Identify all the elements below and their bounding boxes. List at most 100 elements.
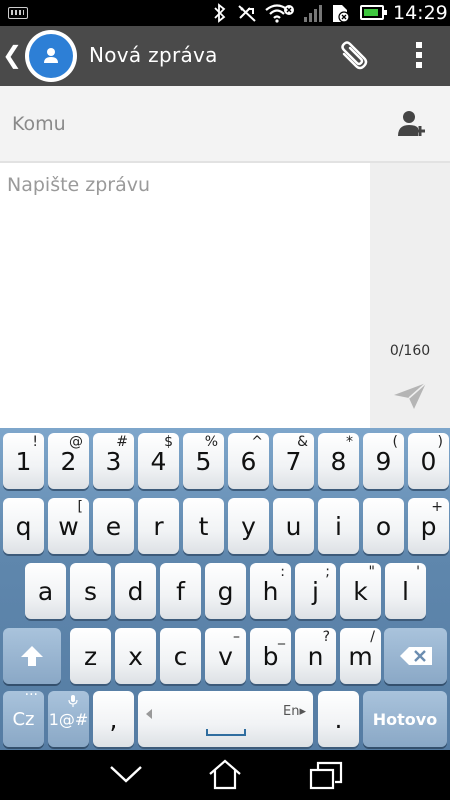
key-1-8[interactable]: o [363, 498, 404, 554]
screen: 14:29 ❮ Nová zpráva Komu Napište zprávu … [0, 0, 450, 800]
key-1-0[interactable]: q [3, 498, 44, 554]
chevron-left-icon [146, 709, 152, 719]
key-label: 3 [105, 446, 122, 476]
key-label: d [127, 576, 144, 606]
status-bar: 14:29 [0, 0, 450, 26]
key-3-1[interactable]: x [115, 628, 156, 684]
sim-card-icon [333, 5, 350, 23]
bluetooth-icon [214, 3, 226, 23]
key-secondary-label: & [297, 434, 308, 450]
comma-key-label: , [109, 704, 118, 734]
key-secondary-label: ' [416, 564, 420, 580]
message-input[interactable]: Napište zprávu [0, 163, 370, 428]
done-key[interactable]: Hotovo [363, 691, 447, 747]
language-key-label: Cz [12, 708, 35, 730]
key-0-4[interactable]: 5% [183, 433, 224, 489]
key-0-0[interactable]: 1! [3, 433, 44, 489]
recent-apps-icon[interactable] [308, 760, 344, 790]
key-1-9[interactable]: p + [408, 498, 449, 554]
key-secondary-label: # [116, 434, 128, 450]
key-secondary-label: / [370, 629, 375, 645]
key-3-4[interactable]: b _ [250, 628, 291, 684]
key-2-1[interactable]: s [70, 563, 111, 619]
overflow-menu-icon[interactable] [413, 42, 425, 72]
key-label: 8 [330, 446, 347, 476]
key-2-4[interactable]: g [205, 563, 246, 619]
contact-avatar[interactable] [25, 30, 77, 82]
mute-icon [238, 5, 256, 22]
signal-icon [304, 5, 322, 22]
key-secondary-label: _ [278, 629, 285, 645]
key-1-4[interactable]: t [183, 498, 224, 554]
key-1-1[interactable]: w[ [48, 498, 89, 554]
key-2-2[interactable]: d [115, 563, 156, 619]
key-2-3[interactable]: f [160, 563, 201, 619]
key-2-5[interactable]: h: [250, 563, 291, 619]
key-1-6[interactable]: u [273, 498, 314, 554]
key-secondary-label: % [204, 434, 218, 450]
key-2-0[interactable]: a [25, 563, 66, 619]
back-icon[interactable]: ❮ [2, 41, 22, 71]
key-label: 1 [15, 446, 32, 476]
key-label: j [312, 576, 319, 606]
done-key-label: Hotovo [372, 709, 438, 729]
key-0-9[interactable]: 0) [408, 433, 449, 489]
key-0-3[interactable]: 4 $ [138, 433, 179, 489]
key-1-3[interactable]: r [138, 498, 179, 554]
key-3-0[interactable]: z [70, 628, 111, 684]
key-1-5[interactable]: y [228, 498, 269, 554]
key-0-5[interactable]: 6 ^ [228, 433, 269, 489]
space-language-label: En▸ [283, 704, 306, 719]
key-3-2[interactable]: c [160, 628, 201, 684]
key-3-3[interactable]: v – [205, 628, 246, 684]
attach-icon[interactable] [336, 40, 372, 74]
period-key[interactable]: . [318, 691, 359, 747]
recipient-bar: Komu [0, 86, 450, 163]
key-label: y [241, 511, 256, 541]
key-secondary-label: – [233, 629, 240, 645]
comma-key[interactable]: , [93, 691, 134, 747]
key-label: 7 [285, 446, 302, 476]
key-0-8[interactable]: 9( [363, 433, 404, 489]
key-secondary-label: $ [164, 434, 173, 450]
back-nav-icon[interactable] [108, 762, 144, 786]
add-contact-icon[interactable] [396, 108, 428, 140]
key-1-2[interactable]: e [93, 498, 134, 554]
key-label: u [285, 511, 302, 541]
key-secondary-label: ; [325, 564, 330, 580]
symbols-key-label: 1@# [48, 709, 89, 729]
key-2-7[interactable]: k " [340, 563, 381, 619]
action-bar: ❮ Nová zpráva [0, 26, 450, 86]
key-label: 0 [420, 446, 437, 476]
space-key[interactable]: En▸ [138, 691, 313, 747]
recipient-input[interactable]: Komu [12, 113, 66, 135]
key-label: p [420, 511, 437, 541]
key-0-2[interactable]: 3 # [93, 433, 134, 489]
home-icon[interactable] [207, 758, 243, 790]
key-0-6[interactable]: 7 & [273, 433, 314, 489]
key-2-6[interactable]: j; [295, 563, 336, 619]
key-label: 5 [195, 446, 212, 476]
key-3-6[interactable]: m / [340, 628, 381, 684]
backspace-key[interactable] [384, 628, 447, 684]
key-label: l [402, 576, 409, 606]
key-label: 4 [150, 446, 167, 476]
navigation-bar [0, 750, 450, 800]
period-key-label: . [334, 704, 343, 734]
send-icon[interactable] [392, 381, 428, 411]
key-3-5[interactable]: n? [295, 628, 336, 684]
key-label: t [198, 511, 209, 541]
language-key[interactable]: Cz ··· [3, 687, 44, 747]
message-placeholder: Napište zprávu [7, 174, 151, 196]
key-label: k [353, 576, 368, 606]
shift-key[interactable] [3, 628, 61, 684]
key-0-7[interactable]: 8 * [318, 433, 359, 489]
wifi-icon [265, 4, 294, 23]
symbols-key[interactable]: 1@# [48, 691, 89, 747]
key-2-8[interactable]: l ' [385, 563, 426, 619]
key-secondary-label: ( [392, 434, 398, 450]
person-icon [44, 48, 58, 63]
key-0-1[interactable]: 2 @ [48, 433, 89, 489]
key-1-7[interactable]: i [318, 498, 359, 554]
key-label: b [262, 641, 279, 671]
